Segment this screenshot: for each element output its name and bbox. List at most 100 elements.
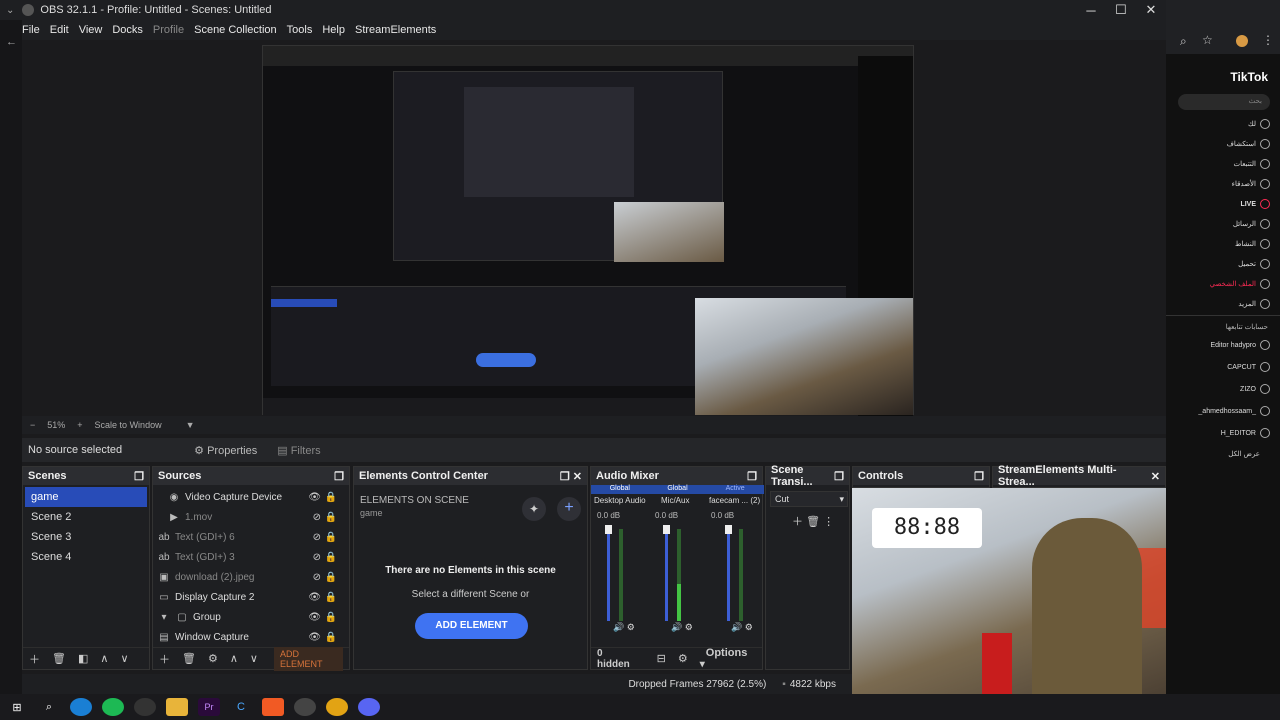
volume-slider[interactable] (727, 525, 730, 621)
more-icon[interactable]: ⋮ (1262, 33, 1274, 47)
add-transition-icon[interactable]: ＋ (792, 516, 803, 528)
add-icon[interactable]: + (557, 497, 581, 521)
tiktok-nav-item[interactable]: الملف الشخصي (1210, 279, 1270, 289)
eye-icon[interactable]: 👁 (308, 492, 321, 503)
account-row[interactable]: H_EDITOR (1221, 428, 1270, 438)
profile-avatar[interactable] (1236, 35, 1248, 47)
source-row[interactable]: ▶ 1.mov ⊘ 🔒 (157, 507, 345, 527)
add-scene-button[interactable]: ＋ (29, 651, 40, 667)
premiere-icon[interactable]: Pr (198, 698, 220, 716)
layout-icon[interactable]: ⊟ (657, 652, 666, 665)
tiktok-nav-item[interactable]: استكشاف (1227, 139, 1270, 149)
back-arrow-icon[interactable]: ← (6, 36, 22, 48)
chevron-down-icon[interactable]: ⌄ (6, 5, 14, 16)
dock-close-icon[interactable]: ✕ (1151, 470, 1160, 483)
eye-icon[interactable]: 👁 (308, 592, 321, 603)
dock-float-icon[interactable]: ❐ (560, 471, 570, 483)
menu-docks[interactable]: Docks (112, 24, 143, 36)
close-button[interactable]: ✕ (1136, 0, 1166, 20)
eye-hidden-icon[interactable]: ⊘ (313, 572, 321, 583)
source-row[interactable]: ▤ Window Capture 👁 🔒 (157, 627, 345, 647)
lock-icon[interactable]: 🔒 (325, 592, 337, 603)
folder-icon[interactable] (166, 698, 188, 716)
speaker-icon[interactable]: 🔊 ⚙ (671, 622, 693, 633)
volume-slider[interactable] (607, 525, 610, 621)
tiktok-nav-item[interactable]: LIVE (1240, 199, 1270, 209)
magic-icon[interactable]: ✦ (522, 497, 546, 521)
menu-file[interactable]: File (22, 24, 40, 36)
account-row[interactable]: Editor hadypro (1210, 340, 1270, 350)
source-row[interactable]: ab Text (GDI+) 3 ⊘ 🔒 (157, 547, 345, 567)
tiktok-nav-item[interactable]: النشاط (1235, 239, 1270, 249)
zoom-mode[interactable]: Scale to Window (95, 420, 162, 430)
remove-source-button[interactable]: 🗑 (182, 652, 196, 665)
spotify-icon[interactable] (102, 698, 124, 716)
eye-icon[interactable]: 👁 (308, 632, 321, 643)
transition-select[interactable]: Cut ▾ (770, 491, 848, 507)
edge-icon[interactable] (70, 698, 92, 716)
lock-icon[interactable]: 🔒 (325, 612, 337, 623)
bookmark-icon[interactable]: ☆ (1202, 33, 1213, 47)
move-down-button[interactable]: ∨ (250, 652, 258, 665)
show-more-link[interactable]: عرض الكل (1228, 450, 1260, 458)
menu-view[interactable]: View (79, 24, 103, 36)
tiktok-nav-item[interactable]: الرسائل (1233, 219, 1270, 229)
tiktok-nav-item[interactable]: لك (1248, 119, 1270, 129)
menu-profile[interactable]: Profile (153, 24, 184, 36)
eye-icon[interactable]: 👁 (308, 612, 321, 623)
source-row[interactable]: ▣ download (2).jpeg ⊘ 🔒 (157, 567, 345, 587)
scene-item[interactable]: Scene 4 (25, 547, 147, 567)
search-icon[interactable]: ⌕ (38, 698, 60, 716)
windows-icon[interactable]: ⊞ (6, 698, 28, 716)
menu-tools[interactable]: Tools (287, 24, 313, 36)
volume-handle[interactable] (605, 525, 612, 534)
lock-icon[interactable]: 🔒 (325, 492, 337, 503)
chevron-down-icon[interactable]: ▾ (157, 612, 171, 623)
scene-filters-button[interactable]: ◧ (78, 652, 88, 665)
dock-float-icon[interactable]: ❐ (747, 470, 757, 483)
lock-icon[interactable]: 🔒 (325, 532, 337, 543)
menu-help[interactable]: Help (322, 24, 345, 36)
remove-scene-button[interactable]: 🗑 (52, 652, 66, 665)
more-icon[interactable]: ⋮ (823, 516, 834, 528)
move-up-button[interactable]: ∧ (100, 652, 108, 665)
volume-slider[interactable] (665, 525, 668, 621)
remove-transition-icon[interactable]: 🗑 (806, 516, 820, 528)
account-row[interactable]: CAPCUT (1227, 362, 1270, 372)
tiktok-nav-item[interactable]: تحميل (1238, 259, 1270, 269)
dock-close-icon[interactable]: ✕ (573, 471, 582, 483)
lock-icon[interactable]: 🔒 (325, 512, 337, 523)
source-row[interactable]: ◉ Video Capture Device 👁 🔒 (157, 487, 345, 507)
zoom-dropdown-icon[interactable]: ▼ (186, 420, 195, 430)
scene-item[interactable]: Scene 3 (25, 527, 147, 547)
lock-icon[interactable]: 🔒 (325, 572, 337, 583)
scene-item[interactable]: Scene 2 (25, 507, 147, 527)
speaker-icon[interactable]: 🔊 ⚙ (731, 622, 753, 633)
mixer-settings-icon[interactable]: ⚙ (678, 652, 688, 665)
add-element-small-button[interactable]: ADD ELEMENT (273, 646, 343, 671)
eye-hidden-icon[interactable]: ⊘ (313, 512, 321, 523)
source-row[interactable]: ▭ Display Capture 2 👁 🔒 (157, 587, 345, 607)
scene-item[interactable]: game (25, 487, 147, 507)
move-down-button[interactable]: ∨ (120, 652, 128, 665)
zoom-icon[interactable]: ⌕ (1180, 34, 1187, 49)
options-button[interactable]: Options ▾ (700, 647, 756, 670)
dock-float-icon[interactable]: ❐ (334, 470, 344, 483)
lock-icon[interactable]: 🔒 (325, 632, 337, 643)
filters-button[interactable]: ▤ Filters (277, 444, 320, 457)
menu-scene-collection[interactable]: Scene Collection (194, 24, 277, 36)
tiktok-search[interactable]: بحث (1178, 94, 1270, 110)
tiktok-nav-item[interactable]: المزيد (1238, 299, 1270, 309)
maximize-button[interactable]: ☐ (1106, 0, 1136, 20)
account-row[interactable]: _ahmedhossaam_ (1198, 406, 1270, 416)
account-row[interactable]: ZIZO (1240, 384, 1270, 394)
add-element-button[interactable]: ADD ELEMENT (415, 613, 528, 639)
properties-button[interactable]: ⚙ Properties (194, 444, 257, 457)
obs-icon[interactable] (294, 698, 316, 716)
menu-streamelements[interactable]: StreamElements (355, 24, 436, 36)
move-up-button[interactable]: ∧ (230, 652, 238, 665)
eye-hidden-icon[interactable]: ⊘ (313, 532, 321, 543)
source-settings-button[interactable]: ⚙ (208, 652, 218, 665)
tiktok-nav-item[interactable]: التتبعات (1233, 159, 1270, 169)
app2-icon[interactable]: C (230, 698, 252, 716)
